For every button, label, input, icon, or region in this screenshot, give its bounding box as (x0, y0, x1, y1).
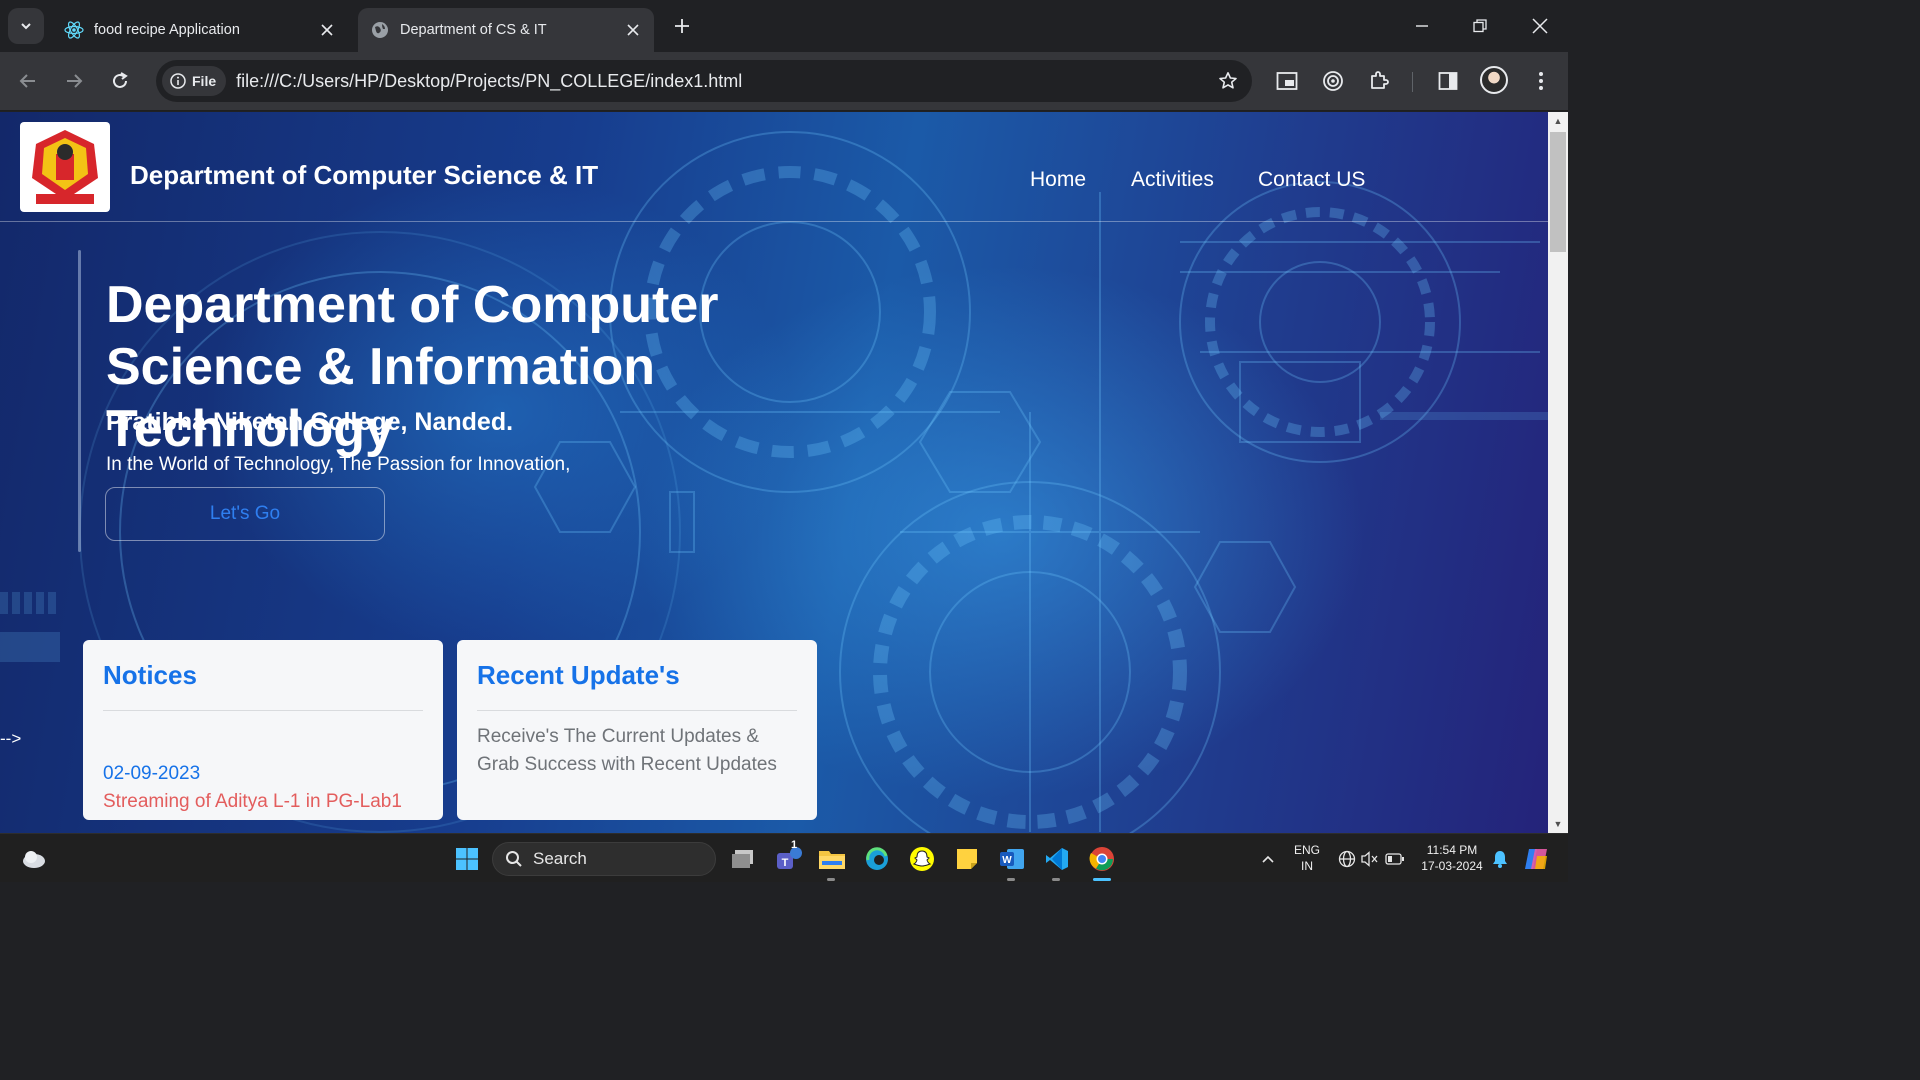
college-logo[interactable] (20, 122, 110, 212)
back-button[interactable] (10, 63, 46, 99)
tab-strip: food recipe Application Department of CS… (0, 0, 1568, 52)
brand-title[interactable]: Department of Computer Science & IT (130, 160, 598, 191)
nav-link-contact[interactable]: Contact US (1258, 168, 1365, 192)
windows-start-icon[interactable] (451, 843, 483, 875)
restore-icon (1473, 19, 1487, 33)
tab-title: Department of CS & IT (400, 22, 547, 38)
page-scrollbar[interactable]: ▲ ▼ (1548, 112, 1568, 833)
active-indicator (1093, 878, 1111, 881)
close-icon[interactable] (318, 21, 336, 39)
search-label: Search (533, 849, 587, 868)
forward-button[interactable] (56, 63, 92, 99)
region-label: IN (1301, 859, 1313, 873)
tab-food-recipe[interactable]: food recipe Application (52, 8, 348, 52)
close-window-button[interactable] (1520, 6, 1560, 46)
tab-department-cs-it[interactable]: Department of CS & IT (358, 8, 654, 52)
media-target-icon[interactable] (1316, 64, 1350, 98)
updates-text: Receive's The Current Updates & Grab Suc… (477, 726, 777, 775)
chevron-down-icon (21, 23, 31, 30)
notification-bell-icon[interactable] (1484, 843, 1516, 875)
running-indicator (1007, 878, 1015, 881)
globe-icon (370, 20, 390, 40)
close-icon[interactable] (624, 21, 642, 39)
clock[interactable]: 11:54 PM 17-03-2024 (1414, 842, 1490, 874)
side-panel-icon[interactable] (1431, 64, 1465, 98)
copilot-icon[interactable] (1520, 843, 1552, 875)
stray-comment-text: --> (0, 729, 22, 748)
sticky-notes-icon[interactable] (951, 843, 983, 875)
running-indicator (827, 878, 835, 881)
edge-browser-icon[interactable] (861, 843, 893, 875)
react-icon (64, 20, 84, 40)
tab-search-button[interactable] (8, 8, 44, 44)
notices-heading: Notices (103, 660, 197, 690)
language-label: ENG (1293, 843, 1320, 857)
lets-go-button[interactable]: Let's Go (105, 487, 385, 541)
reload-icon (113, 72, 128, 88)
more-menu-icon[interactable] (1524, 64, 1558, 98)
scroll-up-icon[interactable]: ▲ (1548, 112, 1568, 130)
battery-icon[interactable] (1379, 843, 1411, 875)
updates-heading: Recent Update's (477, 660, 680, 690)
notice-date: 02-09-2023 (103, 763, 201, 784)
input-language[interactable]: ENG IN (1290, 842, 1324, 874)
tab-title: food recipe Application (94, 22, 240, 38)
arrow-left-icon (19, 74, 35, 88)
hero-subtitle: Pratibha Niketan College, Nanded. (106, 408, 514, 436)
nav-link-home[interactable]: Home (1030, 168, 1086, 192)
site-info-chip[interactable]: File (162, 66, 227, 96)
notices-card: Notices 02-09-2023 Streaming of Aditya L… (83, 640, 443, 820)
site-navbar: Department of Computer Science & IT Home… (0, 112, 1548, 222)
page-viewport: Department of Computer Science & IT Home… (0, 112, 1548, 833)
show-hidden-icons-chevron-up-icon[interactable] (1252, 843, 1284, 875)
hero-tagline: In the World of Technology, The Passion … (106, 454, 571, 475)
running-indicator (1052, 878, 1060, 881)
windows-taskbar: Search T 1 W ENG IN 11:54 PM 17-03-2024 (0, 833, 1568, 882)
chrome-icon[interactable] (1086, 843, 1118, 875)
url-text[interactable]: file:///C:/Users/HP/Desktop/Projects/PN_… (236, 71, 1208, 92)
extensions-puzzle-icon[interactable] (1362, 64, 1396, 98)
teams-icon[interactable]: T 1 (773, 839, 805, 875)
clock-date: 17-03-2024 (1421, 859, 1483, 873)
minimize-icon (1416, 25, 1428, 27)
restore-button[interactable] (1460, 6, 1500, 46)
browser-toolbar: File file:///C:/Users/HP/Desktop/Project… (0, 52, 1568, 111)
plus-icon (675, 19, 689, 33)
weather-icon[interactable] (18, 843, 50, 875)
snapchat-icon[interactable] (906, 843, 938, 875)
profile-avatar[interactable] (1480, 66, 1508, 94)
hero-accent-line (78, 250, 81, 552)
bookmark-star-icon[interactable] (1208, 61, 1248, 101)
notice-item[interactable]: Streaming of Aditya L-1 in PG-Lab1 (103, 791, 423, 813)
nav-link-activities[interactable]: Activities (1131, 168, 1214, 192)
svg-text:T: T (782, 857, 789, 869)
file-explorer-icon[interactable] (816, 843, 848, 875)
divider (103, 710, 423, 711)
minimize-button[interactable] (1402, 6, 1442, 46)
url-chip-label: File (192, 73, 217, 89)
divider (477, 710, 797, 711)
info-icon (170, 73, 186, 89)
task-view-icon[interactable] (727, 843, 759, 875)
word-icon[interactable]: W (996, 843, 1028, 875)
close-icon (1532, 18, 1548, 34)
recent-updates-card: Recent Update's Receive's The Current Up… (457, 640, 817, 820)
svg-text:W: W (1002, 855, 1012, 866)
toolbar-divider (1412, 72, 1413, 92)
teams-badge: 1 (791, 839, 798, 851)
scrollbar-thumb[interactable] (1550, 132, 1566, 252)
arrow-right-icon (67, 74, 83, 88)
clock-time: 11:54 PM (1426, 843, 1478, 857)
picture-in-picture-icon[interactable] (1270, 64, 1304, 98)
address-bar[interactable]: File file:///C:/Users/HP/Desktop/Project… (156, 60, 1252, 102)
vscode-icon[interactable] (1041, 843, 1073, 875)
reload-button[interactable] (102, 63, 138, 99)
search-icon (506, 851, 522, 867)
new-tab-button[interactable] (668, 12, 696, 40)
scroll-down-icon[interactable]: ▼ (1548, 815, 1568, 833)
taskbar-search[interactable]: Search (492, 842, 716, 876)
